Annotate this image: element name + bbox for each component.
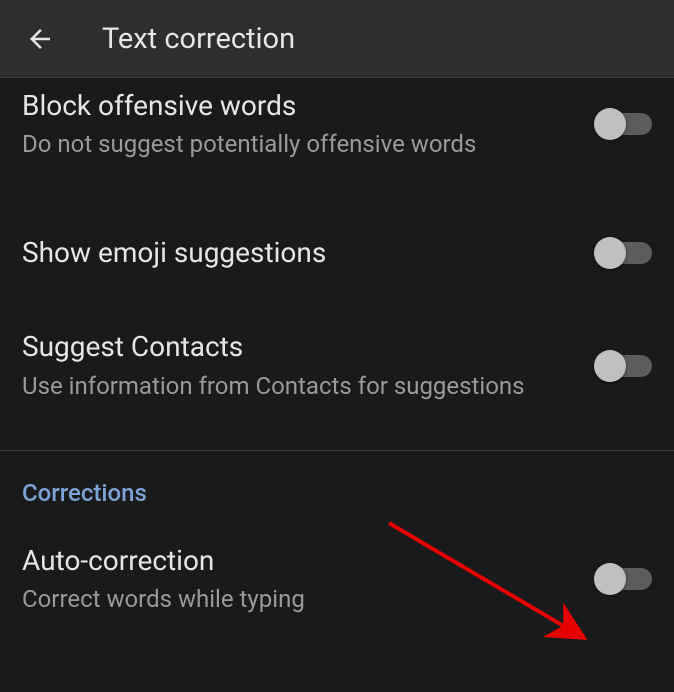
toggle-knob	[594, 108, 626, 140]
setting-auto-correction[interactable]: Auto-correction Correct words while typi…	[0, 525, 674, 634]
setting-title: Auto-correction	[22, 543, 578, 579]
setting-block-offensive[interactable]: Block offensive words Do not suggest pot…	[0, 78, 674, 179]
setting-title: Suggest Contacts	[22, 329, 578, 365]
setting-text: Suggest Contacts Use information from Co…	[22, 329, 598, 402]
toggle-block-offensive[interactable]	[598, 113, 652, 135]
toggle-auto-correction[interactable]	[598, 568, 652, 590]
toggle-knob	[594, 237, 626, 269]
toggle-emoji-suggestions[interactable]	[598, 242, 652, 264]
setting-desc: Use information from Contacts for sugges…	[22, 370, 578, 402]
setting-suggest-contacts[interactable]: Suggest Contacts Use information from Co…	[0, 311, 674, 420]
settings-list: Block offensive words Do not suggest pot…	[0, 78, 674, 634]
arrow-back-icon	[25, 24, 55, 54]
setting-title: Show emoji suggestions	[22, 235, 578, 271]
page-title: Text correction	[102, 22, 295, 56]
toggle-suggest-contacts[interactable]	[598, 355, 652, 377]
setting-desc: Do not suggest potentially offensive wor…	[22, 128, 578, 160]
toggle-knob	[594, 350, 626, 382]
setting-title: Block offensive words	[22, 88, 578, 124]
section-header-corrections: Corrections	[0, 451, 674, 515]
setting-text: Show emoji suggestions	[22, 235, 598, 271]
setting-text: Auto-correction Correct words while typi…	[22, 543, 598, 616]
back-button[interactable]	[20, 19, 60, 59]
setting-text: Block offensive words Do not suggest pot…	[22, 88, 598, 161]
app-header: Text correction	[0, 0, 674, 78]
setting-desc: Correct words while typing	[22, 583, 578, 615]
setting-emoji-suggestions[interactable]: Show emoji suggestions	[0, 217, 674, 289]
toggle-knob	[594, 563, 626, 595]
